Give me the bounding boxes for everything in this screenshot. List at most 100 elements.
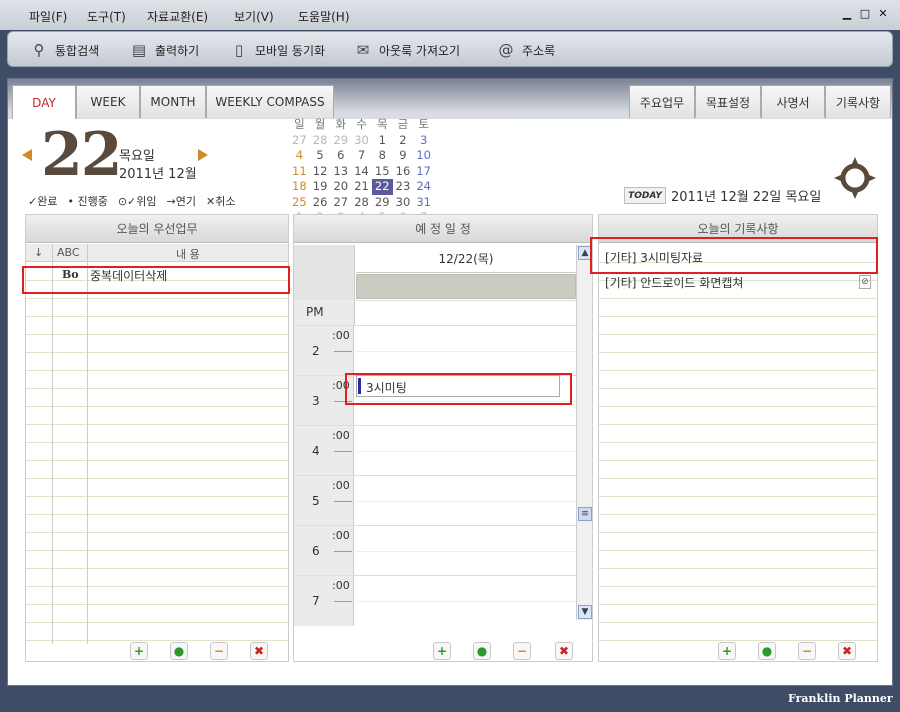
mobile-sync-button[interactable]: ▯ 모바일 동기화	[230, 41, 325, 59]
mini-calendar-day[interactable]: 25	[289, 195, 310, 211]
scroll-up-icon[interactable]: ▲	[578, 246, 592, 260]
hour-row[interactable]: 2:00	[294, 325, 578, 376]
tab-week[interactable]: WEEK	[76, 85, 140, 118]
mini-calendar-day[interactable]: 28	[351, 195, 372, 211]
mini-calendar-day[interactable]: 23	[393, 179, 414, 195]
schedule-scrollbar[interactable]: ▲ ≡ ▼	[576, 245, 592, 620]
mini-calendar-day[interactable]: 30	[351, 133, 372, 149]
menu-view[interactable]: 보기(V)	[234, 8, 274, 25]
mini-calendar-day[interactable]: 30	[393, 195, 414, 211]
mini-calendar-day[interactable]: 17	[413, 164, 434, 180]
mini-calendar-day[interactable]: 16	[393, 164, 414, 180]
mini-calendar-day[interactable]: 13	[330, 164, 351, 180]
mini-calendar-day[interactable]: 29	[372, 195, 393, 211]
prev-day-arrow[interactable]	[22, 149, 32, 161]
mini-calendar-day[interactable]: 4	[289, 148, 310, 164]
col-abc[interactable]: ABC	[57, 246, 80, 259]
status-priority-button[interactable]: ●	[170, 642, 188, 660]
menu-help[interactable]: 도움말(H)	[298, 8, 350, 25]
remove-priority-button[interactable]: −	[210, 642, 228, 660]
mini-calendar-day[interactable]: 10	[413, 148, 434, 164]
maximize-icon[interactable]: □	[858, 7, 872, 21]
hour-row[interactable]: 7:00	[294, 575, 578, 626]
mini-calendar-day[interactable]: 19	[310, 179, 331, 195]
outlook-label: 아웃룩 가져오기	[379, 43, 461, 58]
mini-calendar-day[interactable]: 5	[310, 148, 331, 164]
outlook-import-button[interactable]: ✉ 아웃룩 가져오기	[354, 41, 460, 59]
tab-month[interactable]: MONTH	[140, 85, 206, 118]
remove-schedule-button[interactable]: −	[513, 642, 531, 660]
menu-exchange[interactable]: 자료교환(E)	[147, 8, 208, 25]
tab-day[interactable]: DAY	[12, 85, 76, 119]
add-priority-button[interactable]: +	[130, 642, 148, 660]
tab-goals[interactable]: 목표설정	[695, 85, 761, 118]
add-note-button[interactable]: +	[718, 642, 736, 660]
priority-row[interactable]: Bo 중복데이터삭제	[26, 266, 288, 284]
mini-calendar-day[interactable]: 27	[330, 195, 351, 211]
mini-calendar-day[interactable]: 27	[289, 133, 310, 149]
mobile-sync-label: 모바일 동기화	[255, 43, 326, 58]
scroll-down-icon[interactable]: ▼	[578, 605, 592, 619]
print-button[interactable]: ▤ 출력하기	[130, 41, 199, 59]
hour-row[interactable]: 4:00	[294, 425, 578, 476]
status-note-button[interactable]: ●	[758, 642, 776, 660]
today-button[interactable]: TODAY	[624, 187, 666, 204]
status-schedule-button[interactable]: ●	[473, 642, 491, 660]
col-content[interactable]: 내 용	[176, 246, 200, 262]
hour-row[interactable]: 5:00	[294, 475, 578, 526]
hour-number: 7	[312, 594, 320, 608]
priority-title: 오늘의 우선업무	[26, 215, 288, 243]
close-icon[interactable]: ✕	[876, 7, 890, 21]
note-item[interactable]: [기타] 3시미팅자료	[605, 249, 703, 266]
next-day-arrow[interactable]	[198, 149, 208, 161]
mini-calendar-day[interactable]: 22	[371, 179, 393, 195]
mini-calendar-day[interactable]: 3	[413, 133, 434, 149]
compass-icon[interactable]	[834, 157, 876, 199]
mini-calendar-day[interactable]: 21	[351, 179, 372, 195]
mini-calendar-day[interactable]: 29	[330, 133, 351, 149]
mini-calendar-day[interactable]: 24	[413, 179, 434, 195]
hour-label-cell: 5:00	[294, 476, 354, 526]
mini-calendar-day[interactable]: 7	[351, 148, 372, 164]
mini-calendar-day[interactable]: 2	[393, 133, 414, 149]
add-schedule-button[interactable]: +	[433, 642, 451, 660]
minimize-icon[interactable]: ▁	[840, 7, 854, 21]
menu-file[interactable]: 파일(F)	[29, 8, 67, 25]
mini-calendar-day[interactable]: 6	[330, 148, 351, 164]
mini-calendar-day[interactable]: 9	[393, 148, 414, 164]
search-button[interactable]: ⚲ 통합검색	[30, 41, 100, 59]
delete-note-button[interactable]: ✖	[838, 642, 856, 660]
tab-mission[interactable]: 사명서	[761, 85, 825, 118]
event-block[interactable]: 3시미팅	[356, 375, 560, 397]
attachment-icon[interactable]: ⊘	[859, 275, 871, 289]
note-item[interactable]: [기타] 안드로이드 화면캡쳐	[605, 274, 743, 291]
hour-number: 5	[312, 494, 320, 508]
delete-schedule-button[interactable]: ✖	[555, 642, 573, 660]
hour-label-cell: 6:00	[294, 526, 354, 576]
mini-calendar-day[interactable]: 12	[310, 164, 331, 180]
hour-row[interactable]: 6:00	[294, 525, 578, 576]
mini-calendar-day[interactable]: 28	[310, 133, 331, 149]
mini-calendar-day[interactable]: 18	[289, 179, 310, 195]
mini-calendar-day[interactable]: 14	[351, 164, 372, 180]
remove-note-button[interactable]: −	[798, 642, 816, 660]
mini-calendar-day[interactable]: 20	[330, 179, 351, 195]
mini-calendar-day[interactable]: 15	[372, 164, 393, 180]
delete-priority-button[interactable]: ✖	[250, 642, 268, 660]
tab-records[interactable]: 기록사항	[825, 85, 891, 118]
col-arrow[interactable]: ↓	[34, 246, 43, 259]
mini-calendar-day[interactable]: 1	[372, 133, 393, 149]
mini-calendar-day[interactable]: 11	[289, 164, 310, 180]
menu-tools[interactable]: 도구(T)	[87, 8, 126, 25]
mini-calendar-day[interactable]: 31	[413, 195, 434, 211]
addressbook-button[interactable]: @ 주소록	[497, 41, 556, 59]
allday-bar[interactable]	[356, 274, 576, 299]
col-divider	[87, 244, 88, 644]
legend-inprogress: • 진행중	[67, 195, 108, 208]
mini-calendar-day[interactable]: 8	[372, 148, 393, 164]
scroll-thumb[interactable]: ≡	[578, 507, 592, 521]
tab-key-tasks[interactable]: 주요업무	[629, 85, 695, 118]
mini-calendar-day[interactable]: 26	[310, 195, 331, 211]
tab-weekly-compass[interactable]: WEEKLY COMPASS	[206, 85, 334, 118]
hour-number: 2	[312, 344, 320, 358]
